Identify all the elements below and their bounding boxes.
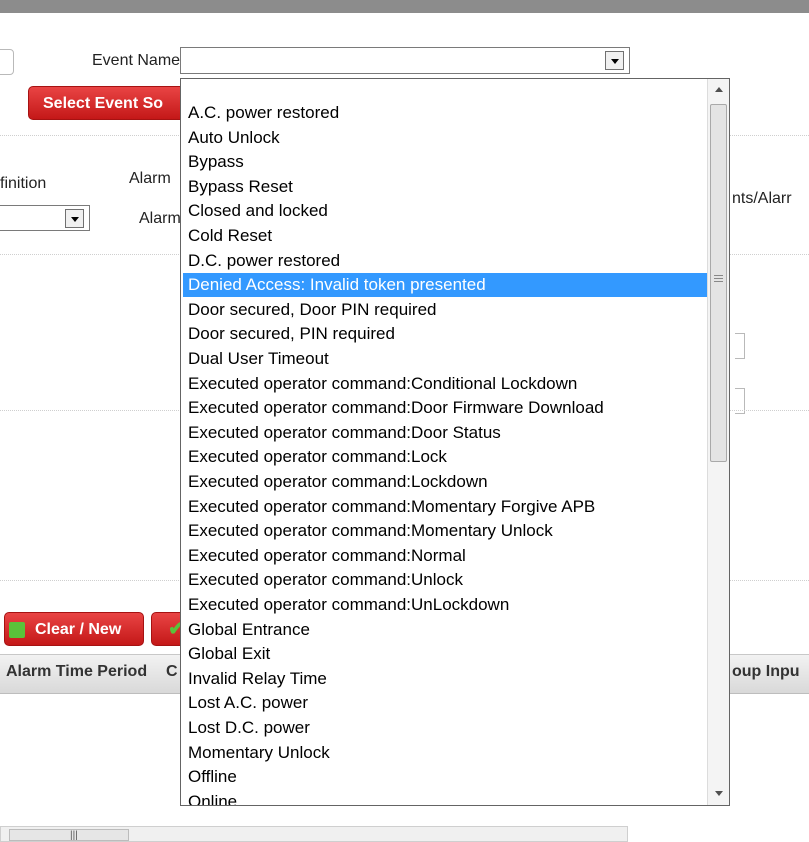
scroll-down-arrow-icon[interactable] (708, 785, 729, 803)
dropdown-option[interactable]: Bypass Reset (183, 175, 707, 199)
event-name-label: Event Name: (92, 52, 185, 69)
chevron-down-icon[interactable] (65, 209, 84, 228)
event-name-select[interactable] (180, 47, 630, 74)
column-header-group-input[interactable]: oup Inpu (732, 663, 800, 681)
event-name-dropdown-list[interactable]: A.C. power restored Auto Unlock Bypass Bypa… (180, 78, 730, 806)
select-event-source-label: Select Event So (43, 95, 164, 112)
clear-new-button[interactable]: Clear / New (4, 612, 144, 646)
scroll-thumb[interactable]: ||| (9, 829, 129, 841)
dropdown-option[interactable]: Executed operator command:Conditional Lo… (183, 372, 707, 396)
column-header-partial[interactable]: C (166, 663, 178, 681)
dropdown-option[interactable]: A.C. power restored (183, 101, 707, 125)
chevron-down-icon[interactable] (605, 51, 624, 70)
grip-icon: ||| (70, 830, 78, 841)
scroll-thumb[interactable] (710, 104, 727, 462)
top-header-bar (0, 0, 809, 13)
dropdown-option[interactable]: Executed operator command:Lockdown (183, 470, 707, 494)
dropdown-option[interactable]: Lost A.C. power (183, 691, 707, 715)
dropdown-option[interactable]: Online (183, 790, 707, 805)
dropdown-option[interactable]: Executed operator command:UnLockdown (183, 593, 707, 617)
horizontal-scrollbar[interactable]: ||| (0, 826, 628, 842)
dropdown-option[interactable]: Dual User Timeout (183, 347, 707, 371)
plus-icon (9, 622, 25, 638)
dropdown-option[interactable]: Executed operator command:Normal (183, 544, 707, 568)
grip-icon (714, 275, 723, 282)
dropdown-option[interactable]: Invalid Relay Time (183, 667, 707, 691)
left-partial-input[interactable] (0, 49, 14, 75)
scroll-up-arrow-icon[interactable] (708, 81, 729, 99)
dropdown-option[interactable]: Offline (183, 765, 707, 789)
dropdown-option[interactable]: Executed operator command:Door Status (183, 421, 707, 445)
right-partial-input[interactable] (735, 333, 745, 359)
dropdown-option[interactable]: Global Exit (183, 642, 707, 666)
events-alarms-label: nts/Alarr (732, 190, 792, 207)
dropdown-option[interactable]: Cold Reset (183, 224, 707, 248)
definition-select[interactable] (0, 205, 90, 231)
dropdown-option[interactable]: Closed and locked (183, 199, 707, 223)
dropdown-option[interactable]: Executed operator command:Momentary Forg… (183, 495, 707, 519)
dropdown-option[interactable]: Executed operator command:Momentary Unlo… (183, 519, 707, 543)
dropdown-option[interactable]: Executed operator command:Lock (183, 445, 707, 469)
dropdown-option[interactable]: Global Entrance (183, 618, 707, 642)
dropdown-option[interactable]: Auto Unlock (183, 126, 707, 150)
alarm-label: Alarm (129, 170, 171, 187)
dropdown-option[interactable]: Executed operator command:Door Firmware … (183, 396, 707, 420)
column-header-alarm-time-period[interactable]: Alarm Time Period (6, 663, 147, 681)
dropdown-option[interactable]: Momentary Unlock (183, 741, 707, 765)
clear-new-label: Clear / New (35, 621, 122, 638)
definition-label: finition (0, 175, 47, 192)
dropdown-option[interactable]: Door secured, Door PIN required (183, 298, 707, 322)
dropdown-option[interactable]: D.C. power restored (183, 249, 707, 273)
dropdown-option[interactable]: Denied Access: Invalid token presented (183, 273, 707, 298)
dropdown-option[interactable]: Door secured, PIN required (183, 322, 707, 346)
alarm-secondary-label: Alarm (139, 210, 181, 227)
dropdown-option[interactable]: Lost D.C. power (183, 716, 707, 740)
vertical-scrollbar[interactable] (707, 79, 729, 805)
select-event-source-button[interactable]: Select Event So (28, 86, 188, 120)
dropdown-option[interactable]: Bypass (183, 150, 707, 174)
dropdown-option[interactable]: Executed operator command:Unlock (183, 568, 707, 592)
